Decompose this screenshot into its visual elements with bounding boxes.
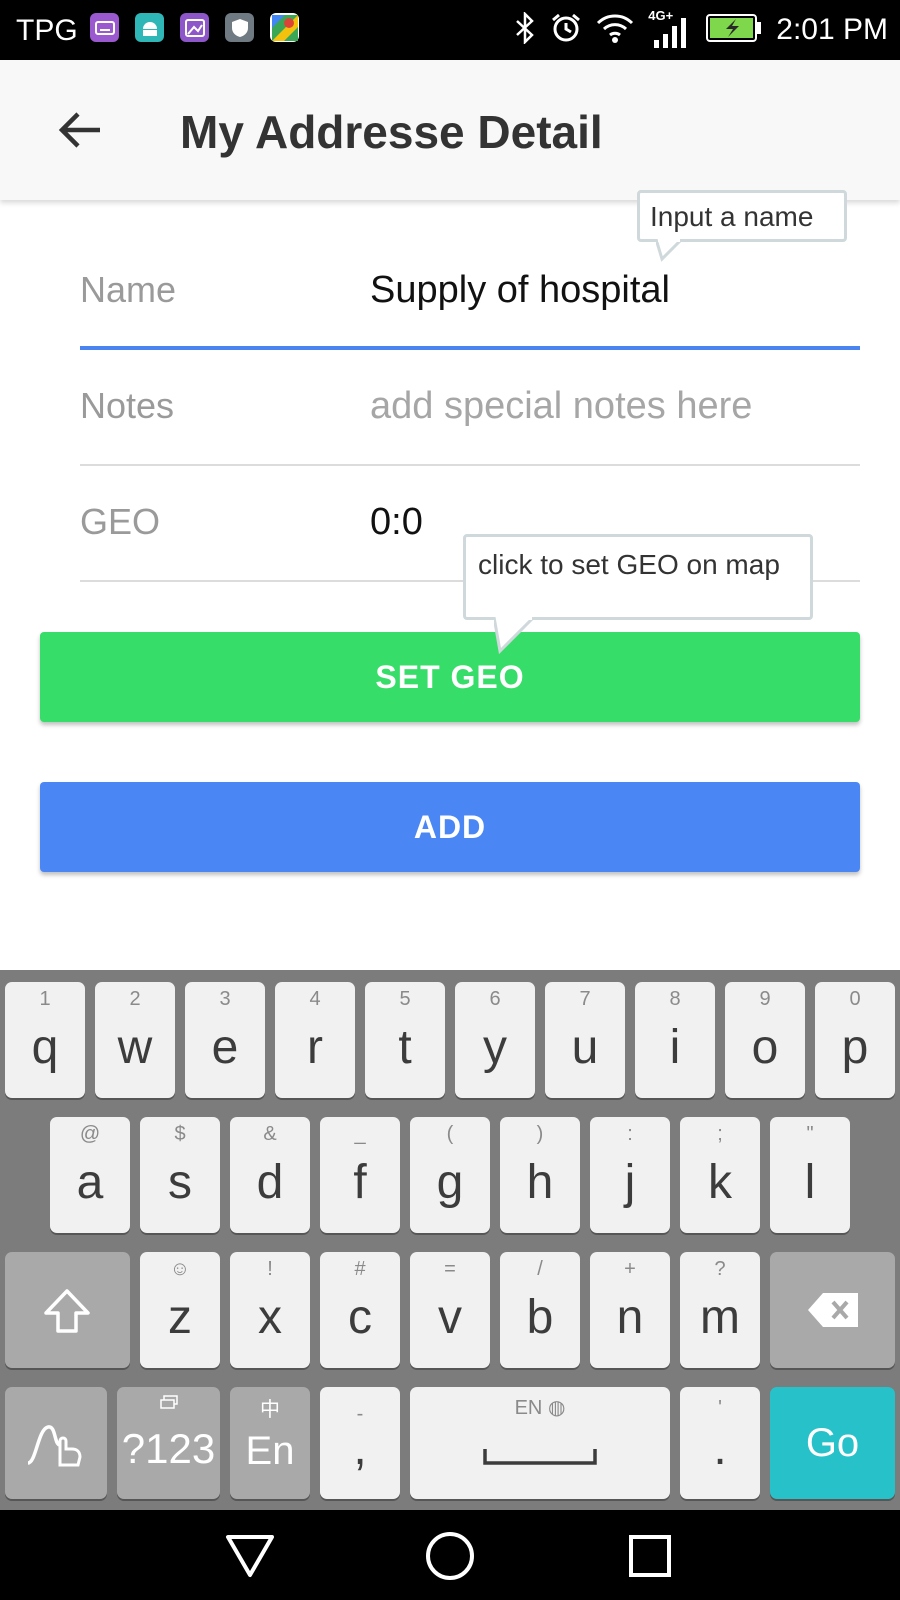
language-label: En bbox=[245, 1429, 295, 1473]
key-u[interactable]: 7u bbox=[545, 982, 625, 1098]
app-bar: My Addresse Detail bbox=[0, 60, 900, 200]
name-tooltip-text: Input a name bbox=[650, 201, 814, 232]
nav-back-button[interactable] bbox=[220, 1530, 280, 1582]
space-language-label: EN bbox=[514, 1397, 543, 1419]
key-c[interactable]: # c bbox=[320, 1252, 400, 1368]
shift-arrow-icon bbox=[44, 1289, 90, 1333]
add-button[interactable]: ADD bbox=[40, 782, 860, 872]
key-o[interactable]: 9o bbox=[725, 982, 805, 1098]
key-v[interactable]: = v bbox=[410, 1252, 490, 1368]
key-q[interactable]: 1q bbox=[5, 982, 85, 1098]
geo-tooltip-tail bbox=[494, 617, 536, 655]
key-r[interactable]: 4r bbox=[275, 982, 355, 1098]
key-i[interactable]: 8i bbox=[635, 982, 715, 1098]
status-bar: TPG 4G+ 2:01 PM bbox=[0, 0, 900, 60]
language-key[interactable]: 中 En bbox=[230, 1387, 310, 1499]
key-w[interactable]: 2w bbox=[95, 982, 175, 1098]
name-input[interactable] bbox=[370, 269, 850, 312]
key-z[interactable]: ☺ z bbox=[140, 1252, 220, 1368]
gallery-app-icon bbox=[180, 13, 209, 42]
key-l[interactable]: " l bbox=[770, 1117, 850, 1233]
notes-input[interactable] bbox=[370, 385, 850, 428]
period-hint: ' bbox=[718, 1397, 722, 1419]
key-d[interactable]: & d bbox=[230, 1117, 310, 1233]
alarm-icon bbox=[550, 12, 582, 49]
notification-icons bbox=[90, 13, 299, 42]
go-label: Go bbox=[805, 1421, 860, 1465]
soft-keyboard: 1q 2w 3e 4r 5t 6y 7u 8i 9o 0p @ a $ s & d _… bbox=[0, 970, 900, 1510]
geo-tooltip: click to set GEO on map bbox=[463, 534, 813, 655]
name-label: Name bbox=[80, 269, 177, 310]
notes-label: Notes bbox=[80, 385, 175, 426]
name-row: Name bbox=[80, 235, 860, 350]
key-t[interactable]: 5t bbox=[365, 982, 445, 1098]
shield-app-icon bbox=[225, 13, 254, 42]
key-m[interactable]: ? m bbox=[680, 1252, 760, 1368]
key-a[interactable]: @ a bbox=[50, 1117, 130, 1233]
notes-underline bbox=[80, 464, 860, 466]
set-geo-button[interactable]: SET GEO bbox=[40, 632, 860, 722]
recents-square-icon bbox=[629, 1535, 671, 1577]
navigation-bar bbox=[0, 1510, 900, 1600]
nav-home-button[interactable] bbox=[420, 1530, 480, 1582]
key-f[interactable]: _ f bbox=[320, 1117, 400, 1233]
key-p[interactable]: 0p bbox=[815, 982, 895, 1098]
notes-row: Notes bbox=[80, 351, 860, 466]
back-arrow-icon bbox=[58, 112, 100, 148]
back-triangle-icon bbox=[226, 1535, 274, 1577]
key-n[interactable]: + n bbox=[590, 1252, 670, 1368]
key-k[interactable]: ; k bbox=[680, 1117, 760, 1233]
key-s[interactable]: $ s bbox=[140, 1117, 220, 1233]
system-status: 4G+ 2:01 PM bbox=[514, 6, 888, 54]
key-h[interactable]: ) h bbox=[500, 1117, 580, 1233]
key-b[interactable]: / b bbox=[500, 1252, 580, 1368]
symbols-label: ?123 bbox=[121, 1425, 216, 1472]
geo-label: GEO bbox=[80, 501, 161, 542]
maps-app-icon bbox=[270, 13, 299, 42]
key-x[interactable]: ! x bbox=[230, 1252, 310, 1368]
shift-key[interactable] bbox=[5, 1252, 130, 1368]
go-key[interactable]: Go bbox=[770, 1387, 895, 1499]
globe-icon: ◍ bbox=[547, 1397, 566, 1419]
back-button[interactable] bbox=[50, 102, 110, 158]
name-underline bbox=[80, 346, 860, 350]
carrier-label: TPG bbox=[16, 14, 78, 47]
set-geo-label: SET GEO bbox=[375, 658, 525, 695]
space-hint: EN ◍ bbox=[410, 1395, 670, 1420]
backspace-icon bbox=[808, 1293, 858, 1327]
battery-charging-icon bbox=[706, 13, 762, 47]
name-tooltip-tail bbox=[656, 239, 684, 262]
comma-label: , bbox=[353, 1422, 367, 1475]
key-y[interactable]: 6y bbox=[455, 982, 535, 1098]
add-label: ADD bbox=[413, 808, 487, 845]
handwriting-gesture-icon bbox=[27, 1425, 82, 1467]
nav-recents-button[interactable] bbox=[620, 1530, 680, 1582]
backspace-key[interactable] bbox=[770, 1252, 895, 1368]
spacebar-icon bbox=[483, 1449, 597, 1465]
comma-key[interactable]: - , bbox=[320, 1387, 400, 1499]
clipboard-icon bbox=[160, 1395, 178, 1409]
page-title: My Addresse Detail bbox=[180, 106, 603, 158]
symbols-key[interactable]: ?123 bbox=[117, 1387, 220, 1499]
home-circle-icon bbox=[426, 1532, 474, 1580]
key-e[interactable]: 3e bbox=[185, 982, 265, 1098]
clock: 2:01 PM bbox=[776, 13, 888, 46]
android-app-icon bbox=[135, 13, 164, 42]
geo-tooltip-text: click to set GEO on map bbox=[478, 549, 780, 580]
language-hint: 中 bbox=[260, 1399, 280, 1421]
key-g[interactable]: (g bbox=[410, 1117, 490, 1233]
keyboard-app-icon bbox=[90, 13, 119, 42]
wifi-icon bbox=[596, 13, 634, 48]
bluetooth-icon bbox=[514, 10, 536, 49]
cell-signal-icon: 4G+ bbox=[648, 8, 692, 52]
handwriting-key[interactable] bbox=[5, 1387, 107, 1499]
period-key[interactable]: ' . bbox=[680, 1387, 760, 1499]
period-label: . bbox=[713, 1422, 727, 1475]
space-key[interactable]: EN ◍ bbox=[410, 1387, 670, 1499]
name-tooltip: Input a name bbox=[637, 190, 847, 262]
key-j[interactable]: :j bbox=[590, 1117, 670, 1233]
